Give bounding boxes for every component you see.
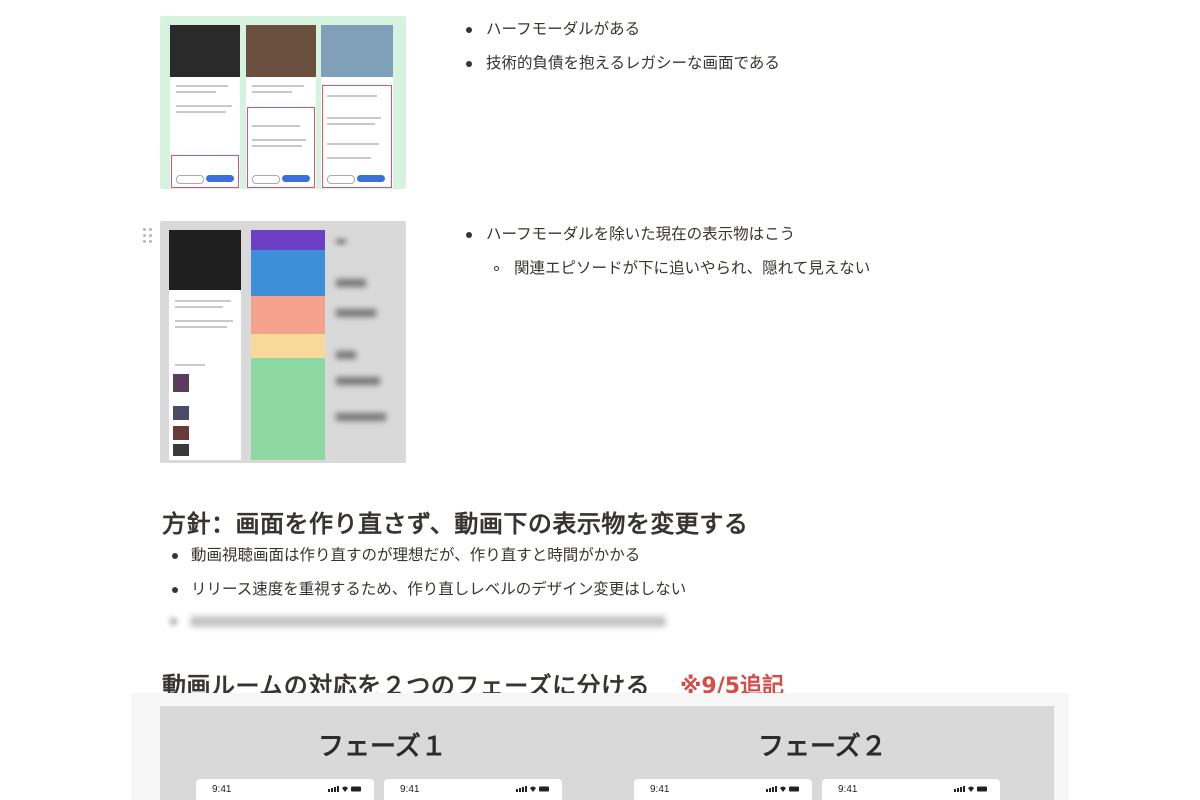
phase1-phone-a: 9:41 [196, 779, 374, 800]
phase2-label: フェーズ２ [758, 732, 887, 762]
policy-heading: 方針：画面を作り直さず、動画下の表示物を変更する [162, 510, 749, 538]
phone-screenshot-3 [321, 25, 393, 188]
list-item: リリース速度を重視するため、作り直しレベルのデザイン変更はしない [172, 579, 872, 599]
phase1-label: フェーズ１ [318, 732, 447, 762]
phone-screenshot-1 [170, 25, 240, 188]
drag-handle-icon[interactable] [143, 228, 155, 244]
phase2-phone-a: 9:41 [634, 779, 812, 800]
blurred-bullet [170, 612, 670, 630]
section2-bullets: ハーフモーダルを除いた現在の表示物はこう 関連エピソードが下に追いやられ、隠れて… [466, 224, 1066, 278]
phase1-phone-b: 9:41 [384, 779, 562, 800]
phone-screenshot-2 [246, 25, 316, 188]
phone-screenshot-current [169, 230, 241, 460]
phase2-phone-b: 9:41 [822, 779, 1000, 800]
list-item: 技術的負債を抱えるレガシーな画面である [466, 53, 1026, 73]
policy-bullets: 動画視聴画面は作り直すのが理想だが、作り直すと時間がかかる リリース速度を重視す… [172, 545, 872, 599]
legacy-screens-thumbnail[interactable] [160, 16, 406, 189]
status-icons [516, 786, 549, 792]
blurred-annotations [332, 235, 402, 435]
phone-screenshot-annotated [251, 230, 325, 460]
section1-bullets: ハーフモーダルがある 技術的負債を抱えるレガシーな画面である [466, 19, 1026, 73]
list-item: ハーフモーダルがある [466, 19, 1026, 39]
status-icons [328, 786, 361, 792]
status-icons [954, 786, 987, 792]
sub-list-item: 関連エピソードが下に追いやられ、隠れて見えない [466, 258, 1066, 278]
list-item: ハーフモーダルを除いた現在の表示物はこう [466, 224, 1066, 244]
list-item: 動画視聴画面は作り直すのが理想だが、作り直すと時間がかかる [172, 545, 872, 565]
current-screens-thumbnail[interactable] [160, 221, 406, 463]
status-icons [766, 786, 799, 792]
